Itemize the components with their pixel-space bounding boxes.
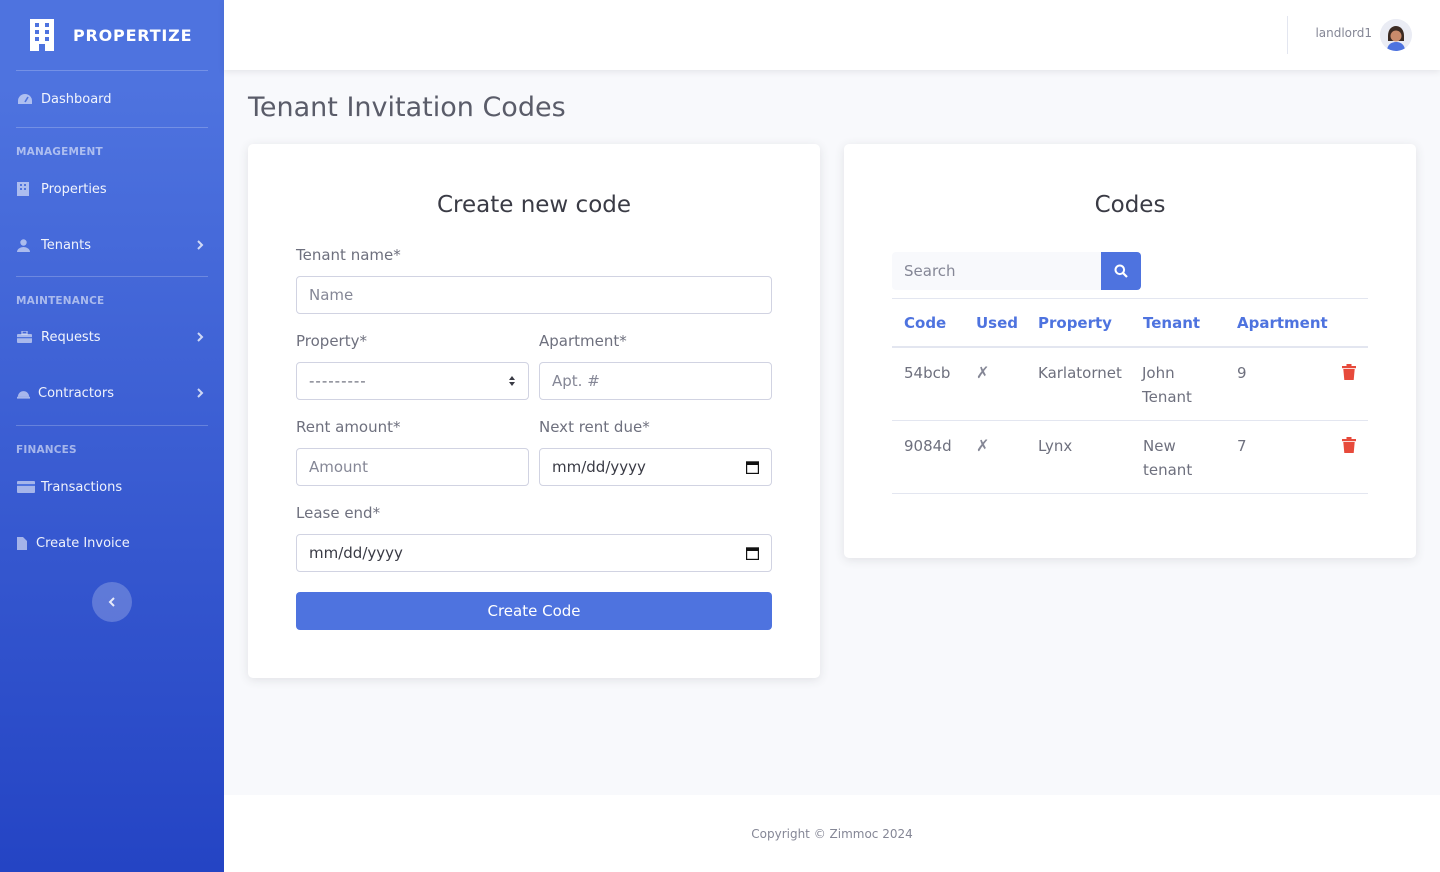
rent-amount-input[interactable]: Amount [296,448,529,486]
chevron-left-icon [108,597,115,607]
apartment-input[interactable]: Apt. # [539,362,772,400]
cell-apartment: 9 [1237,364,1247,382]
file-icon [17,536,28,550]
column-header-property[interactable]: Property [1038,314,1112,332]
sidebar-heading-maintenance: MAINTENANCE [16,295,105,307]
sidebar-heading-finances: FINANCES [16,444,77,456]
chevron-right-icon [197,332,204,342]
search-group: Search [892,252,1141,290]
toolbox-icon [17,330,33,344]
sidebar-divider [16,425,208,426]
apartment-placeholder: Apt. # [552,372,600,390]
search-placeholder: Search [904,262,956,280]
topbar-divider [1287,16,1288,54]
cell-tenant: John Tenant [1142,364,1192,406]
brand[interactable]: PROPERTIZE [0,0,224,70]
cell-property: Lynx [1038,437,1073,455]
sidebar-item-label: Tenants [41,237,92,253]
codes-card: Codes Search Code Used Property Tenant A… [844,144,1416,558]
user-avatar-icon [1380,19,1412,51]
search-button[interactable] [1101,252,1141,290]
sidebar-item-label: Transactions [41,479,123,495]
sidebar-heading-management: MANAGEMENT [16,146,103,158]
property-selected: --------- [309,372,367,390]
sidebar-item-transactions[interactable]: Transactions [0,462,224,512]
cell-code: 54bcb [904,364,951,382]
codes-table: Code Used Property Tenant Apartment 54bc… [892,298,1368,494]
hard-hat-icon [17,386,30,400]
sidebar-divider [16,127,208,128]
calendar-icon[interactable] [746,546,759,560]
tenant-name-label: Tenant name* [296,246,401,264]
sidebar-item-label: Requests [41,329,101,345]
search-icon [1114,264,1128,278]
gauge-icon [17,92,33,106]
cell-apartment: 7 [1237,437,1247,455]
lease-end-value: mm/dd/yyyy [309,544,403,562]
tenant-name-placeholder: Name [309,286,354,304]
sidebar-item-contractors[interactable]: Contractors [0,361,224,425]
create-code-card: Create new code Tenant name* Name Proper… [248,144,820,678]
column-header-used[interactable]: Used [976,314,1018,332]
next-rent-due-label: Next rent due* [539,418,650,436]
lease-end-input[interactable]: mm/dd/yyyy [296,534,772,572]
sidebar-toggle-button[interactable] [92,582,132,622]
rent-amount-label: Rent amount* [296,418,401,436]
apartment-label: Apartment* [539,332,627,350]
sidebar-item-create-invoice[interactable]: Create Invoice [0,512,224,574]
trash-icon[interactable] [1342,364,1356,380]
lease-end-label: Lease end* [296,504,381,522]
trash-icon[interactable] [1342,437,1356,453]
building-icon [30,19,54,51]
property-select[interactable]: --------- [296,362,529,400]
avatar[interactable] [1380,19,1412,51]
column-header-tenant[interactable]: Tenant [1143,314,1200,332]
search-input[interactable]: Search [892,252,1101,290]
cell-used: ✗ [976,363,990,382]
chevron-right-icon [197,388,204,398]
table-row: 54bcb ✗ Karlatornet John Tenant 9 [892,348,1368,421]
rent-amount-placeholder: Amount [309,458,368,476]
sidebar-item-label: Dashboard [41,91,112,107]
sidebar-divider [16,276,208,277]
calendar-icon[interactable] [746,460,759,474]
table-row: 9084d ✗ Lynx New tenant 7 [892,421,1368,494]
cell-code: 9084d [904,437,952,455]
cell-used: ✗ [976,436,990,455]
table-header-row: Code Used Property Tenant Apartment [892,298,1368,348]
create-code-button[interactable]: Create Code [296,592,772,630]
sidebar: PROPERTIZE Dashboard MANAGEMENT Properti… [0,0,224,872]
tenant-name-input[interactable]: Name [296,276,772,314]
card-title: Codes [1094,192,1166,218]
cell-tenant: New tenant [1143,437,1193,479]
user-icon [17,238,33,252]
topbar: landlord1 [224,0,1440,70]
sort-icon [509,376,515,386]
sidebar-item-requests[interactable]: Requests [0,313,224,361]
next-rent-due-input[interactable]: mm/dd/yyyy [539,448,772,486]
sidebar-item-label: Contractors [38,385,114,401]
credit-card-icon [17,480,35,494]
sidebar-item-label: Properties [41,181,107,197]
card-title: Create new code [436,192,632,218]
property-label: Property* [296,332,367,350]
page-title: Tenant Invitation Codes [248,92,566,123]
brand-name: PROPERTIZE [73,25,193,45]
column-header-apartment[interactable]: Apartment [1237,314,1328,332]
sidebar-item-dashboard[interactable]: Dashboard [0,71,224,127]
building-icon [17,182,33,196]
next-rent-due-value: mm/dd/yyyy [552,458,646,476]
cell-property: Karlatornet [1038,364,1122,382]
column-header-code[interactable]: Code [904,314,946,332]
copyright-text: Copyright © Zimmoc 2024 [751,826,913,841]
username[interactable]: landlord1 [1315,26,1372,40]
sidebar-item-tenants[interactable]: Tenants [0,214,224,276]
chevron-right-icon [197,240,204,250]
sidebar-item-label: Create Invoice [36,535,130,551]
footer: Copyright © Zimmoc 2024 [224,795,1440,872]
sidebar-item-properties[interactable]: Properties [0,164,224,214]
